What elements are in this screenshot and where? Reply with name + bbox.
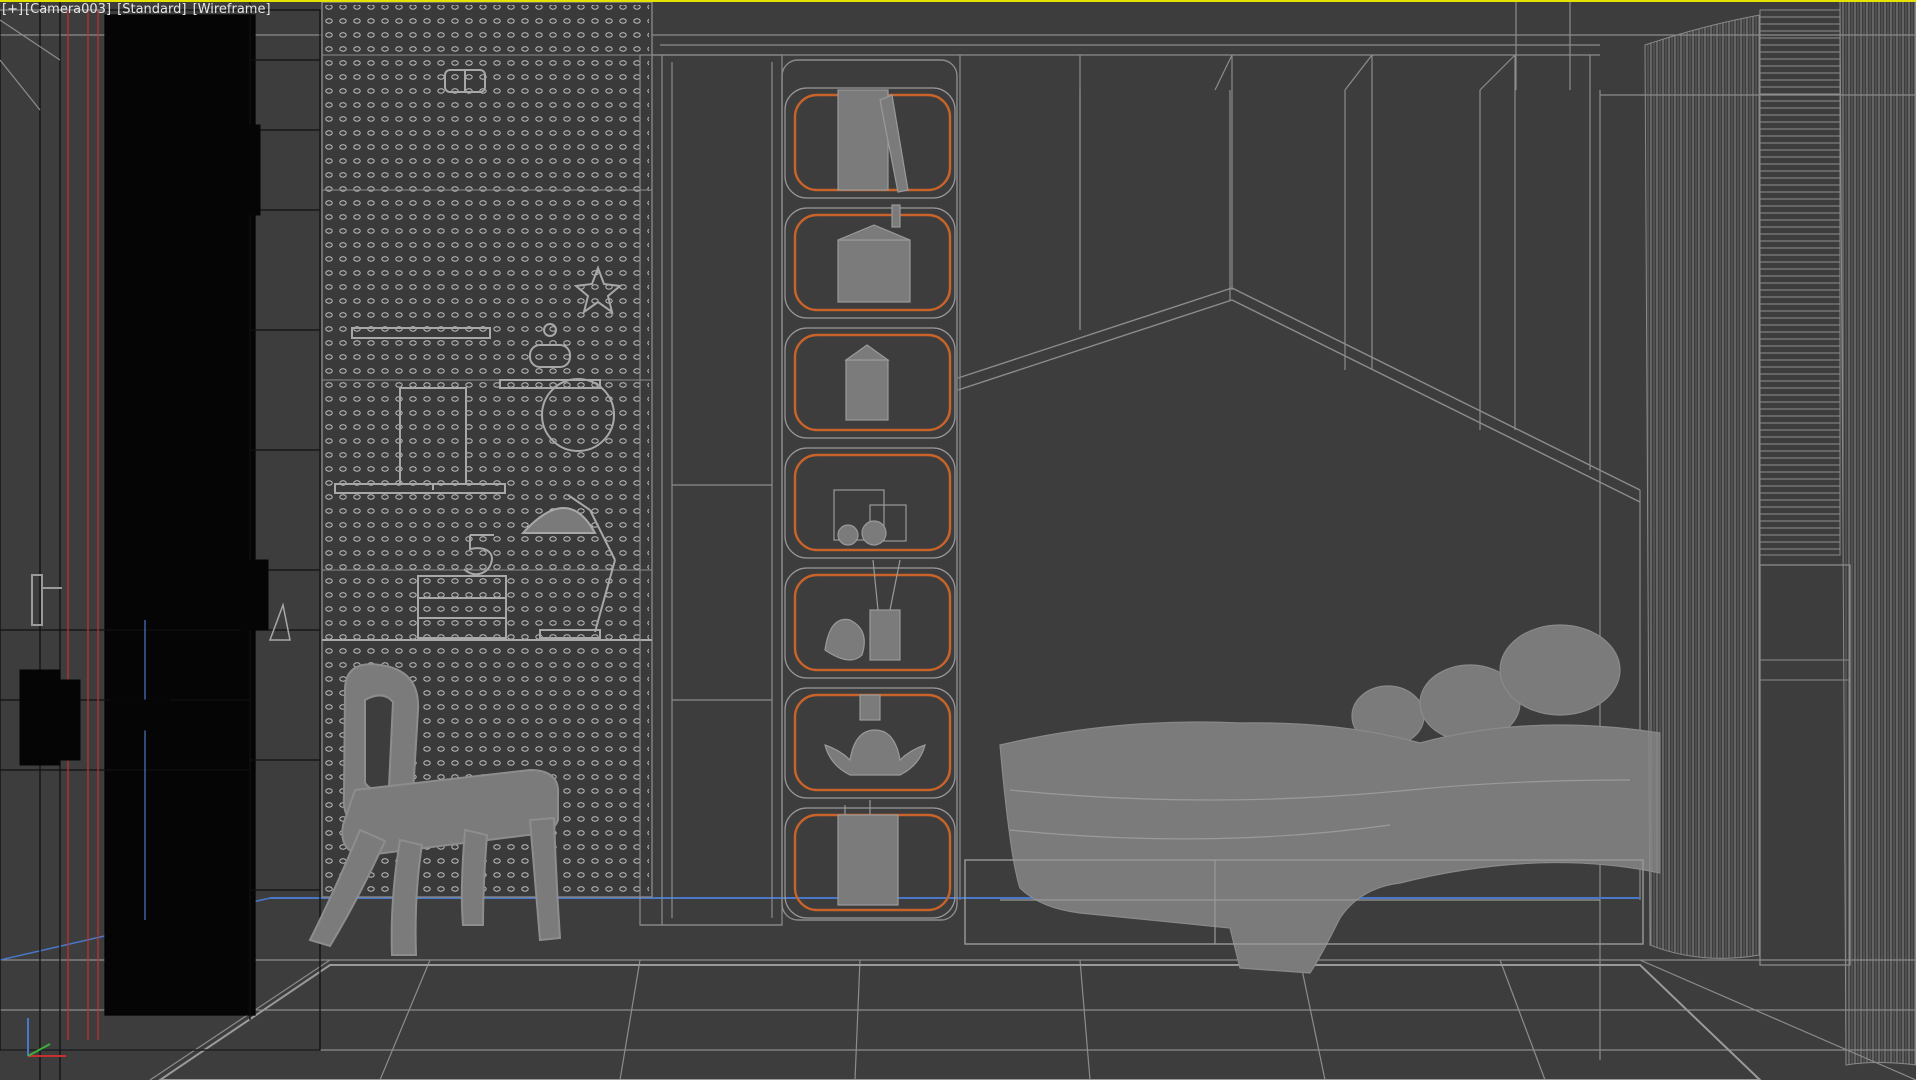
- bed: [964, 624, 1661, 974]
- cubby-shelf-unit: [781, 59, 958, 921]
- viewport-shading-standard-label[interactable]: [Standard]: [116, 2, 187, 17]
- viewport-menu-button[interactable]: [+]: [1, 2, 24, 17]
- viewport-shading-mode-label[interactable]: [Wireframe]: [192, 2, 272, 17]
- window-blinds: [1759, 9, 1851, 966]
- viewport-camera-label[interactable]: [Camera003]: [24, 2, 112, 17]
- curtain-left: [1644, 14, 1761, 959]
- xyz-axis-icon: [27, 1018, 66, 1057]
- wardrobe-handle: [31, 574, 62, 626]
- curtain-right: [1839, 0, 1916, 1066]
- wardrobe-wireframe: [0, 0, 321, 1080]
- active-viewport-border: [0, 0, 1916, 2]
- 3d-viewport[interactable]: [+] [Camera003] [Standard] [Wireframe]: [0, 0, 1916, 1080]
- small-triangle: [268, 602, 291, 641]
- viewport-label-menu: [+] [Camera003] [Standard] [Wireframe]: [1, 2, 272, 18]
- tall-cabinet: [639, 54, 783, 926]
- room-wireframe: [0, 0, 1916, 1080]
- wireframe-scene[interactable]: [0, 0, 1916, 1080]
